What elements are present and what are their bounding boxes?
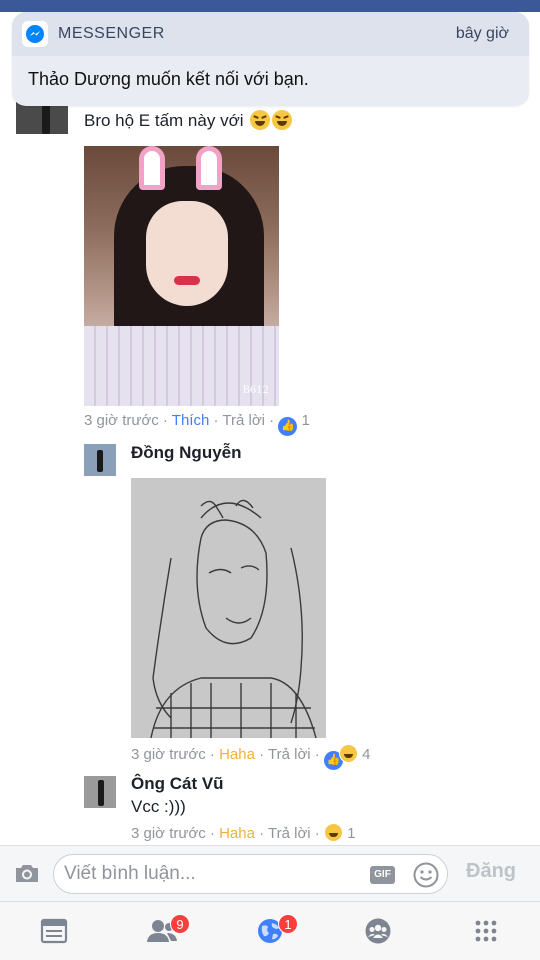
notification-time: bây giờ bbox=[455, 25, 509, 42]
haha-reaction-icon[interactable] bbox=[323, 823, 343, 842]
tab-groups[interactable] bbox=[324, 902, 432, 960]
tab-notifications[interactable]: 1 bbox=[216, 902, 324, 960]
notifications-badge: 1 bbox=[278, 914, 298, 934]
tab-news-feed[interactable] bbox=[0, 902, 108, 960]
news-feed-icon bbox=[40, 918, 68, 944]
photo-watermark: B612 bbox=[242, 385, 269, 396]
haha-button[interactable]: Haha bbox=[219, 825, 255, 842]
comment-meta: 3 giờ trước · Haha · Trả lời · 1 bbox=[131, 823, 356, 842]
notification-header: MESSENGER bây giờ bbox=[12, 12, 529, 56]
reply-button[interactable]: Trả lời bbox=[268, 825, 311, 842]
grinning-emoji-icon bbox=[250, 110, 271, 130]
comment-time: 3 giờ trước bbox=[131, 746, 206, 763]
messenger-notification[interactable]: MESSENGER bây giờ Thảo Dương muốn kết nố… bbox=[12, 12, 529, 106]
camera-icon[interactable] bbox=[14, 862, 40, 889]
bottom-tab-bar: 9 1 bbox=[0, 901, 540, 960]
reaction-count[interactable]: 1 bbox=[347, 825, 355, 842]
sticker-icon[interactable] bbox=[412, 861, 440, 894]
haha-button[interactable]: Haha bbox=[219, 746, 255, 763]
groups-icon bbox=[365, 918, 391, 944]
bunny-ear-left bbox=[139, 146, 165, 190]
comment-meta: 3 giờ trước · Thích · Trả lời · 👍 1 bbox=[84, 412, 310, 436]
comment-time: 3 giờ trước bbox=[131, 825, 206, 842]
menu-grid-icon bbox=[475, 920, 497, 942]
comment-text: Vcc :))) bbox=[131, 797, 186, 816]
bunny-ear-right bbox=[196, 146, 222, 190]
comment-composer: GIF Đăng bbox=[0, 845, 540, 901]
tab-friend-requests[interactable]: 9 bbox=[108, 902, 216, 960]
comment-text: Bro hộ E tấm này với bbox=[84, 110, 293, 131]
haha-reaction-icon[interactable] bbox=[338, 744, 358, 763]
avatar[interactable] bbox=[84, 776, 116, 808]
comment-text-content: Bro hộ E tấm này với bbox=[84, 111, 244, 130]
comment-photo[interactable] bbox=[131, 478, 326, 739]
gif-button[interactable]: GIF bbox=[370, 866, 395, 884]
comment-time: 3 giờ trước bbox=[84, 412, 159, 429]
status-bar-strip bbox=[0, 0, 540, 12]
comment-meta: 3 giờ trước · Haha · Trả lời · 👍 4 bbox=[131, 744, 370, 770]
avatar[interactable] bbox=[84, 444, 116, 476]
comment-input[interactable] bbox=[64, 859, 364, 889]
notification-message: Thảo Dương muốn kết nối với bạn. bbox=[28, 69, 309, 89]
notification-app-name: MESSENGER bbox=[58, 25, 165, 42]
comment-input-box[interactable]: GIF bbox=[53, 854, 448, 894]
comment-author[interactable]: Đồng Nguyễn bbox=[131, 443, 242, 463]
messenger-icon bbox=[22, 21, 48, 47]
reaction-count[interactable]: 1 bbox=[302, 412, 310, 429]
reply-button[interactable]: Trả lời bbox=[268, 746, 311, 763]
comment-photo[interactable]: B612 bbox=[84, 146, 279, 406]
grinning-emoji-icon bbox=[272, 110, 293, 130]
reply-button[interactable]: Trả lời bbox=[222, 412, 265, 429]
tab-more-menu[interactable] bbox=[432, 902, 540, 960]
sketch-drawing bbox=[150, 499, 317, 739]
like-reaction-icon[interactable]: 👍 bbox=[278, 417, 298, 436]
post-button[interactable]: Đăng bbox=[466, 860, 516, 883]
comment-author[interactable]: Ông Cát Vũ bbox=[131, 774, 224, 794]
reaction-count[interactable]: 4 bbox=[362, 746, 370, 763]
friend-requests-badge: 9 bbox=[170, 914, 190, 934]
like-button[interactable]: Thích bbox=[172, 412, 210, 429]
